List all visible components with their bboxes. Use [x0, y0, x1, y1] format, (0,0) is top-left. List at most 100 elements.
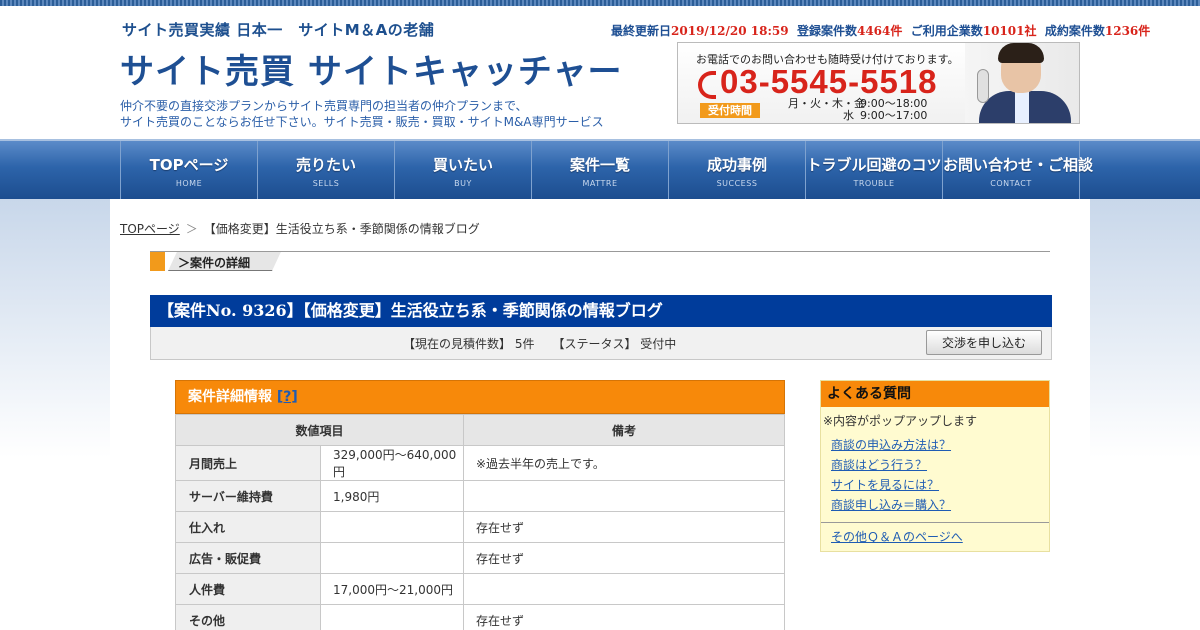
nav-item-contact[interactable]: お問い合わせ・ご相談 CONTACT: [943, 141, 1094, 199]
hours-days-line-2: 水: [843, 109, 854, 122]
breadcrumb-current: 【価格変更】生活役立ち系・季節関係の情報ブログ: [203, 222, 480, 236]
stat-deals-label: 成約案件数: [1044, 24, 1105, 38]
nav-item-success[interactable]: 成功事例 SUCCESS: [669, 141, 806, 199]
detail-heading-text: 案件詳細情報: [188, 389, 272, 405]
col-header-item: 数値項目: [175, 414, 464, 446]
detail-table: 数値項目 備考 月間売上 329,000円～640,000円 ※過去半年の売上で…: [175, 414, 785, 630]
nav-item-listings[interactable]: 案件一覧 MATTRE: [532, 141, 669, 199]
faq-link-view-site[interactable]: サイトを見るには？: [831, 478, 939, 492]
list-item: 商談はどう行う？: [831, 455, 1049, 475]
table-row: その他 存在せず: [175, 604, 785, 630]
breadcrumb-home-link[interactable]: TOPページ: [120, 222, 180, 236]
negotiate-button[interactable]: 交渉を申し込む: [926, 330, 1042, 355]
nav-label: 買いたい: [432, 156, 493, 174]
faq-more: その他Ｑ＆Ａのページへ: [821, 523, 1049, 545]
phone-banner[interactable]: お電話でのお問い合わせも随時受け付けております。 03-5545-5518 受付…: [677, 42, 1080, 124]
stat-listings-value: 4464件: [856, 24, 903, 38]
row-note: 存在せず: [463, 542, 785, 574]
nav-label: TOPページ: [149, 156, 229, 174]
faq-link-how[interactable]: 商談はどう行う？: [831, 458, 927, 472]
header-tagline: サイト売買実績 日本一 サイトM＆Aの老舗: [122, 21, 435, 39]
stat-listings-label: 登録案件数: [796, 24, 857, 38]
row-value: [320, 542, 464, 574]
top-stripe: [0, 0, 1200, 6]
table-row: 月間売上 329,000円～640,000円 ※過去半年の売上です。: [175, 445, 785, 481]
nav-sub: HOME: [175, 179, 203, 188]
nav-label: トラブル回避のコツ: [806, 156, 942, 174]
nav-sub: BUY: [454, 179, 472, 188]
main-nav: TOPページ HOME 売りたい SELLS 買いたい BUY 案件一覧 MAT…: [0, 139, 1200, 199]
nav-label: 売りたい: [295, 156, 356, 174]
col-header-note: 備考: [463, 414, 785, 446]
stat-updated-label: 最終更新日: [611, 24, 672, 38]
hours-times: 9:00～18:00 9:00～17:00: [860, 98, 927, 122]
stat-deals-value: 1236件: [1104, 24, 1151, 38]
row-value: 1,980円: [320, 480, 464, 512]
listing-status-bar: 【現在の見積件数】 5件 【ステータス】 受付中 交渉を申し込む: [150, 327, 1052, 360]
nav-item-sell[interactable]: 売りたい SELLS: [258, 141, 395, 199]
nav-label: お問い合わせ・ご相談: [943, 156, 1094, 174]
hours-days: 月・火・木・金 水: [788, 98, 865, 122]
site-logo[interactable]: サイト売買 サイトキャッチャー: [120, 44, 623, 93]
listing-status-text: 【現在の見積件数】 5件 【ステータス】 受付中: [403, 337, 677, 351]
table-row: 仕入れ 存在せず: [175, 511, 785, 543]
nav-sub: SUCCESS: [716, 179, 758, 188]
site-stats: 最終更新日2019/12/20 18:59 登録案件数4464件 ご利用企業数 1…: [611, 22, 1150, 39]
row-note: ※過去半年の売上です。: [463, 445, 785, 481]
nav-sub: CONTACT: [990, 179, 1032, 188]
phone-icon: [698, 71, 716, 99]
nav-item-buy[interactable]: 買いたい BUY: [395, 141, 532, 199]
operator-photo: [965, 43, 1079, 123]
detail-heading: 案件詳細情報 [?]: [175, 380, 785, 414]
nav-sub: SELLS: [312, 179, 340, 188]
table-row: サーバー維持費 1,980円: [175, 480, 785, 512]
breadcrumb: TOPページ ＞ 【価格変更】生活役立ち系・季節関係の情報ブログ: [120, 220, 480, 237]
breadcrumb-separator: ＞: [185, 222, 198, 236]
row-label: 人件費: [175, 573, 321, 605]
stat-updated-value: 2019/12/20 18:59: [671, 24, 789, 38]
detail-header-row: 数値項目 備考: [175, 414, 785, 446]
list-item: 商談申し込み＝購入？: [831, 495, 1049, 515]
listing-title: 【案件No. 9326】【価格変更】生活役立ち系・季節関係の情報ブログ: [150, 295, 1052, 327]
faq-box: よくある質問 ※内容がポップアップします 商談の申込み方法は？ 商談はどう行う？…: [820, 380, 1050, 552]
faq-more-link[interactable]: その他Ｑ＆Ａのページへ: [831, 530, 963, 544]
table-row: 人件費 17,000円～21,000円: [175, 573, 785, 605]
faq-heading: よくある質問: [821, 381, 1049, 407]
phone-number[interactable]: 03-5545-5518: [720, 63, 938, 101]
faq-link-purchase[interactable]: 商談申し込み＝購入？: [831, 498, 951, 512]
list-item: 商談の申込み方法は？: [831, 435, 1049, 455]
operator-shirt: [1015, 91, 1029, 123]
header-description: 仲介不要の直接交渉プランからサイト売買専門の担当者の仲介プランまで、 サイト売買…: [120, 98, 604, 130]
faq-list: 商談の申込み方法は？ 商談はどう行う？ サイトを見るには？ 商談申し込み＝購入？: [821, 429, 1049, 515]
operator-hair: [998, 43, 1044, 63]
row-label: その他: [175, 604, 321, 630]
row-note: 存在せず: [463, 511, 785, 543]
desc-line-2: サイト売買のことならお任せ下さい。サイト売買・販売・買取・サイトM&A専門サービ…: [120, 115, 604, 129]
row-note: [463, 573, 785, 605]
side-background-left: [0, 199, 110, 630]
row-label: サーバー維持費: [175, 480, 321, 512]
row-value: [320, 511, 464, 543]
nav-items: TOPページ HOME 売りたい SELLS 買いたい BUY 案件一覧 MAT…: [120, 141, 1094, 199]
row-note: 存在せず: [463, 604, 785, 630]
detail-help-link[interactable]: [?]: [277, 389, 298, 405]
side-background-right: [1090, 199, 1200, 630]
table-row: 広告・販促費 存在せず: [175, 542, 785, 574]
list-item: サイトを見るには？: [831, 475, 1049, 495]
nav-item-trouble[interactable]: トラブル回避のコツ TROUBLE: [806, 141, 943, 199]
nav-label: 成功事例: [706, 156, 767, 174]
hours-times-line-2: 9:00～17:00: [860, 109, 928, 122]
row-label: 広告・販促費: [175, 542, 321, 574]
stat-companies-label: ご利用企業数: [910, 24, 983, 38]
row-note: [463, 480, 785, 512]
section-tag-label: ＞案件の詳細: [178, 256, 251, 270]
nav-item-top[interactable]: TOPページ HOME: [121, 141, 258, 199]
row-value: 329,000円～640,000円: [320, 445, 464, 481]
telephone-receiver-icon: [977, 69, 989, 103]
hours-badge: 受付時間: [700, 103, 760, 118]
row-value: [320, 604, 464, 630]
faq-link-apply[interactable]: 商談の申込み方法は？: [831, 438, 951, 452]
desc-line-1: 仲介不要の直接交渉プランからサイト売買専門の担当者の仲介プランまで、: [120, 99, 528, 113]
section-divider: [150, 251, 1050, 252]
row-value: 17,000円～21,000円: [320, 573, 464, 605]
